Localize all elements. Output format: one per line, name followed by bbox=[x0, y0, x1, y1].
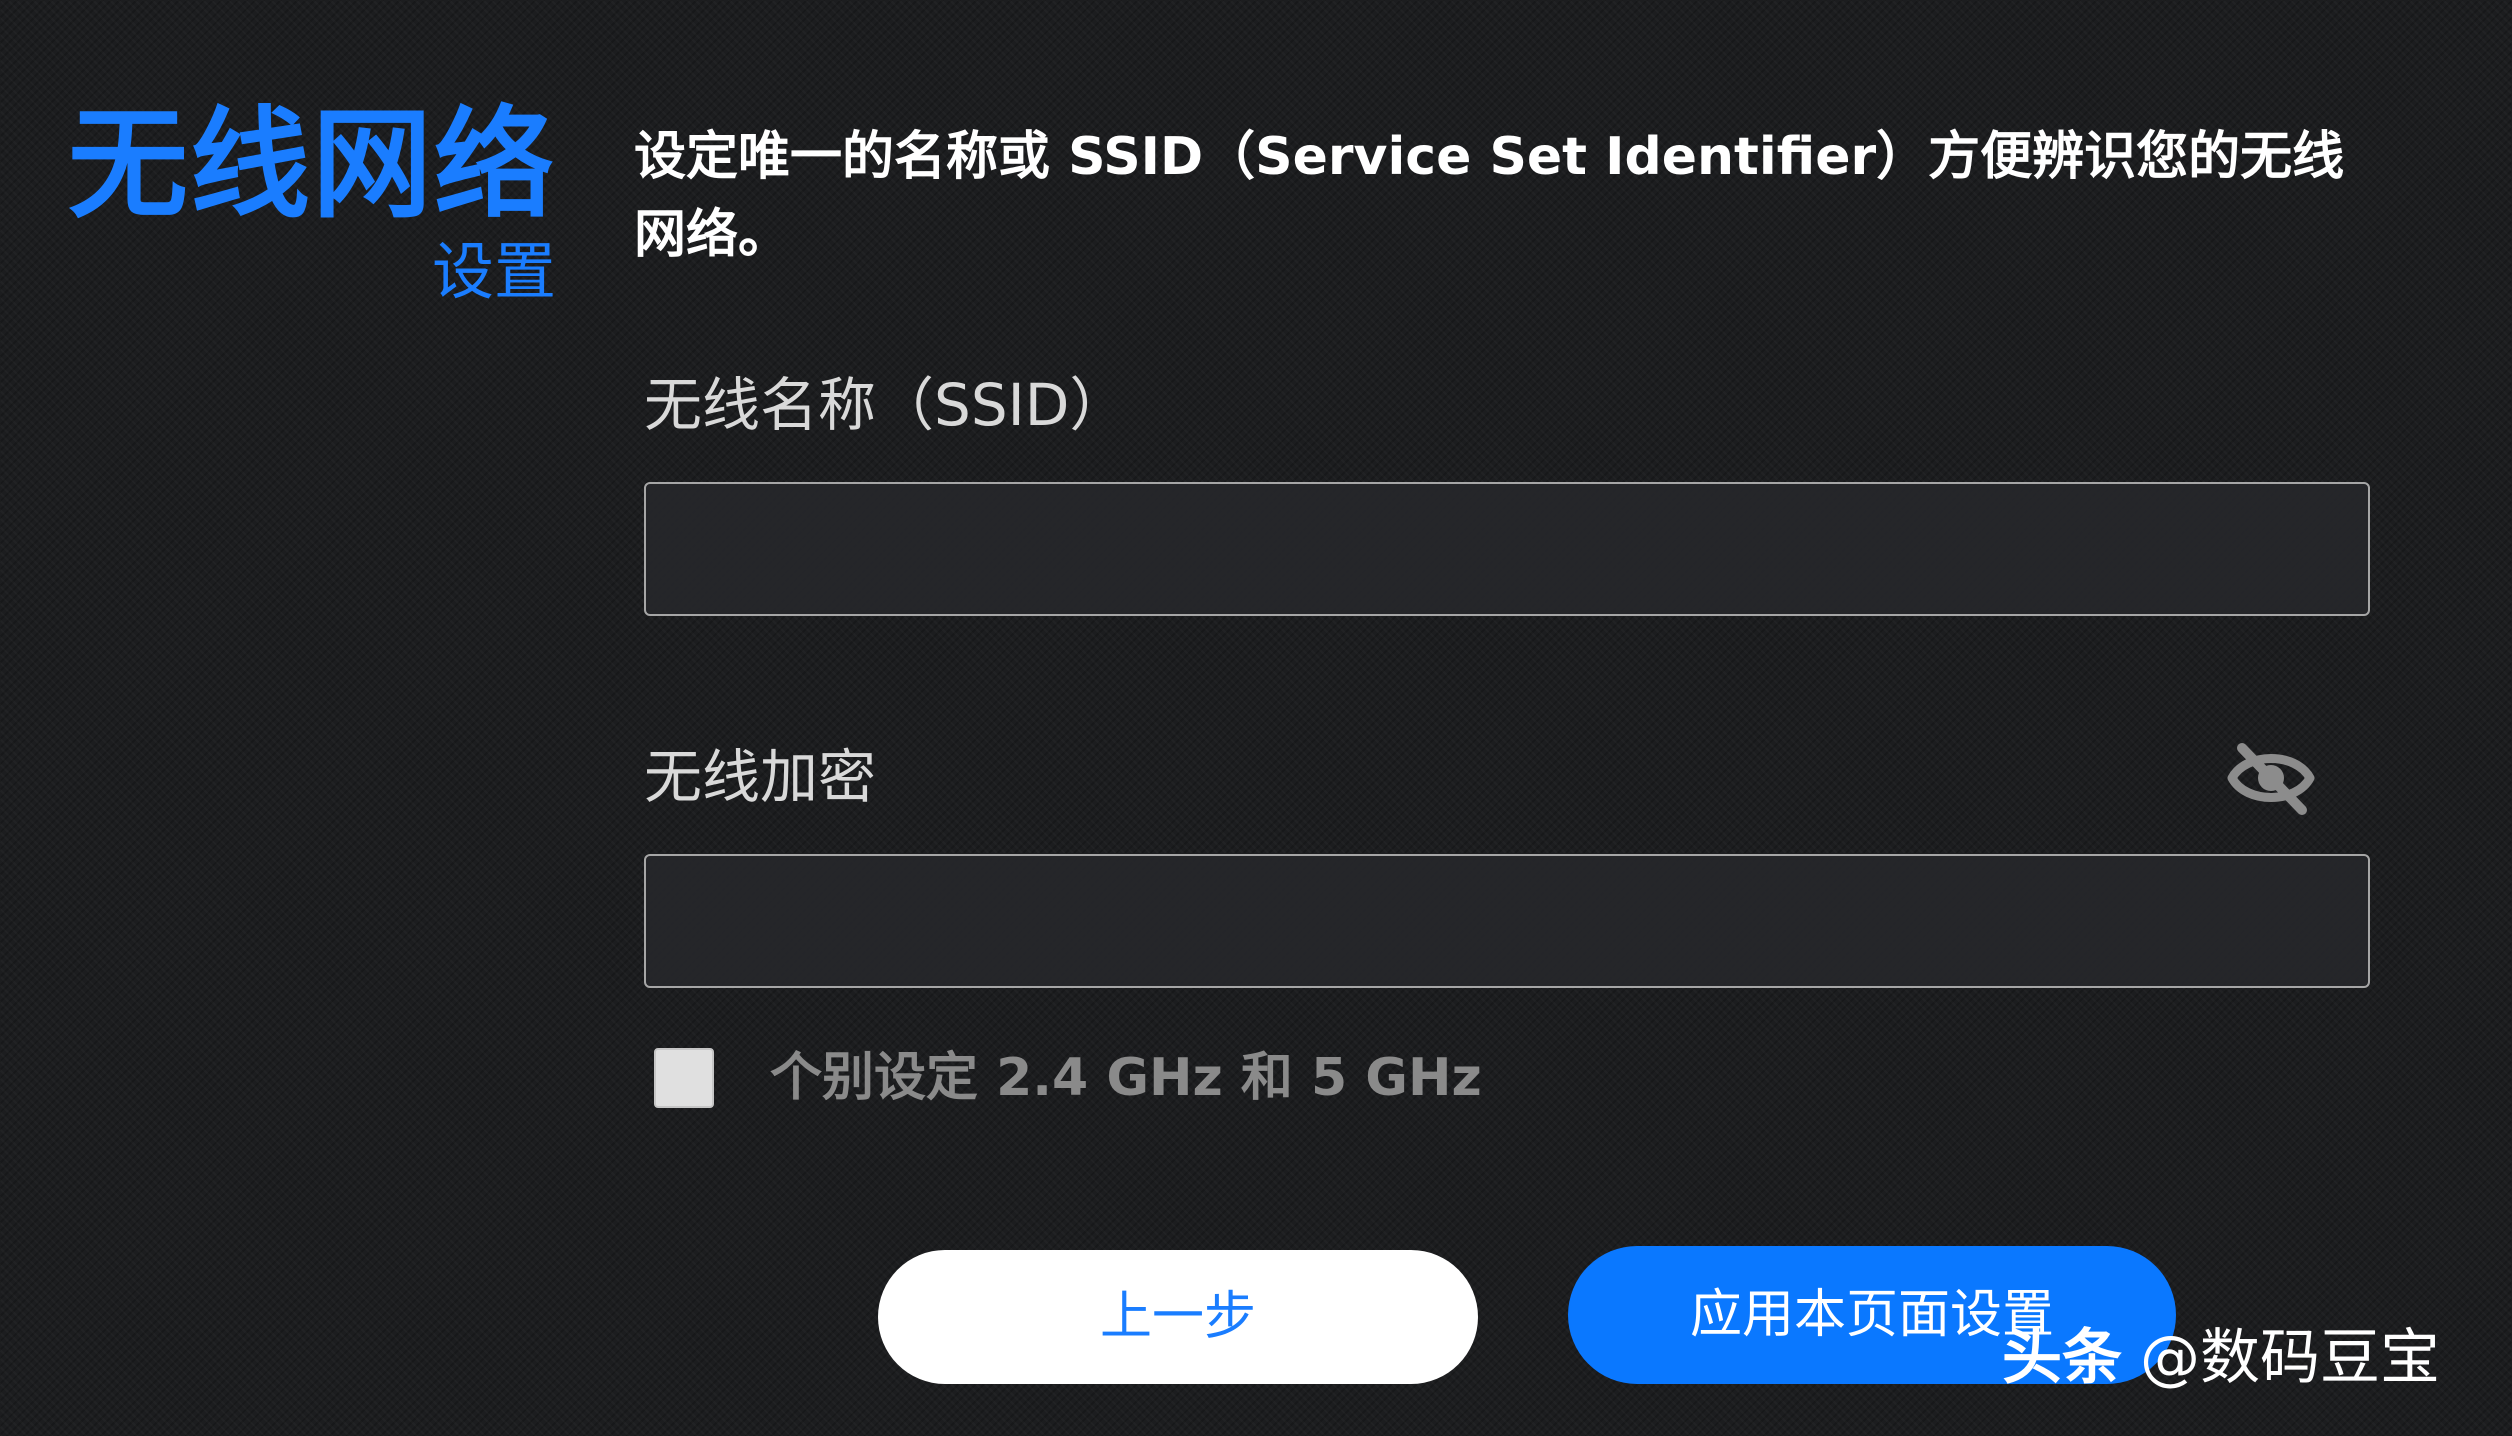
watermark-handle: @数码豆宝 bbox=[2140, 1323, 2440, 1393]
back-button[interactable]: 上一步 bbox=[878, 1250, 1478, 1384]
separate-bands-label: 个别设定 2.4 GHz 和 5 GHz bbox=[770, 1048, 1482, 1108]
page-title: 无线网络 bbox=[68, 96, 556, 235]
password-label: 无线加密 bbox=[644, 743, 877, 811]
eye-off-icon[interactable] bbox=[2226, 736, 2316, 820]
page-description: 设定唯一的名称或 SSID（Service Set Identifier）方便辨… bbox=[634, 127, 2345, 265]
separate-bands-checkbox[interactable] bbox=[654, 1048, 714, 1108]
watermark-brand: 头条 bbox=[2002, 1323, 2122, 1393]
ssid-label: 无线名称（SSID） bbox=[644, 371, 1128, 439]
watermark: 头条 @数码豆宝 bbox=[2002, 1322, 2440, 1394]
page-subtitle: 设置 bbox=[431, 235, 556, 308]
page-title-block: 无线网络 设置 bbox=[60, 96, 556, 310]
password-input[interactable] bbox=[644, 854, 2370, 988]
ssid-input[interactable] bbox=[644, 482, 2370, 616]
